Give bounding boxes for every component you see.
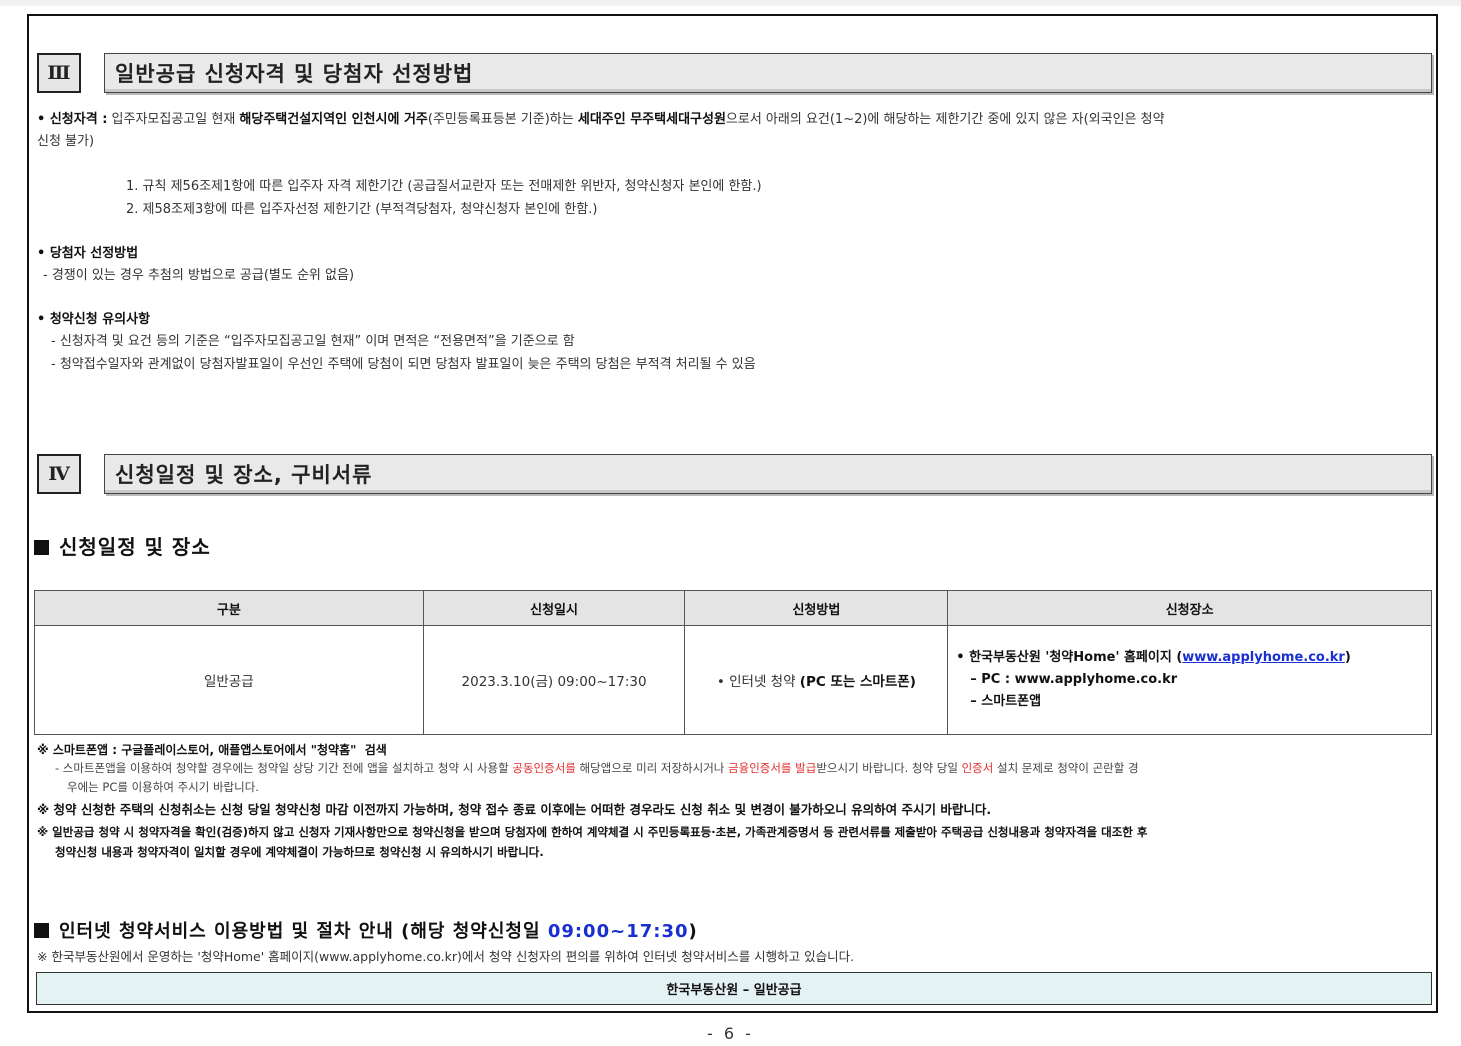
- schedule-subheading-text: 신청일정 및 장소: [59, 535, 211, 559]
- note-verification-1: ※ 일반공급 청약 시 청약자격을 확인(검증)하지 않고 신청자 기재사항만으…: [37, 825, 1148, 839]
- eligibility-bold-1: 해당주택건설지역인 인천시에 거주: [239, 112, 428, 127]
- top-rule: [0, 0, 1461, 6]
- note-smartphone-detail: - 스마트폰앱을 이용하여 청약할 경우에는 청약일 상당 기간 전에 앱을 설…: [55, 759, 1435, 797]
- note-smartphone-quote: "청약홈": [310, 743, 357, 757]
- internet-subheading-time: 09:00~17:30: [547, 921, 689, 942]
- place-line-1-end: ): [1344, 650, 1351, 665]
- section-4-number: Ⅳ: [37, 454, 81, 494]
- note-detail-d: 설치 문제로 청약이 곤란할 경: [993, 761, 1139, 775]
- place-line-3: – 스마트폰앱: [970, 694, 1042, 709]
- place-line-1: • 한국부동산원 '청약Home' 홈페이지 (www.applyhome.co…: [956, 647, 1431, 669]
- header-place: 신청장소: [947, 590, 1432, 626]
- section-3-number: Ⅲ: [37, 53, 81, 93]
- note-detail-red-3: 인증서: [961, 761, 994, 775]
- place-line-2: – PC : www.applyhome.co.kr: [970, 672, 1178, 687]
- note-detail-red-1: 공동인증서를: [512, 761, 576, 775]
- square-bullet-icon: [34, 923, 49, 938]
- rule-item-1: 1. 규칙 제56조제1항에 따른 입주자 자격 제한기간 (공급질서교란자 또…: [126, 179, 762, 194]
- caution-title: • 청약신청 유의사항: [37, 312, 151, 327]
- cell-type: 일반공급: [34, 625, 424, 735]
- document-page: Ⅲ 일반공급 신청자격 및 당첨자 선정방법 • 신청자격 : 입주자모집공고일…: [27, 14, 1438, 1013]
- method-prefix: • 인터넷 청약: [716, 674, 796, 690]
- eligibility-label: • 신청자격 :: [37, 112, 108, 127]
- eligibility-text-2: (주민등록표등본 기준)하는: [427, 112, 574, 127]
- note-smartphone-prefix: ※ 스마트폰앱 : 구글플레이스토어, 애플앱스토어에서: [37, 743, 307, 757]
- eligibility-bold-2: 세대주인 무주택세대구성원: [577, 112, 726, 127]
- eligibility-text-1: 입주자모집공고일 현재: [111, 112, 236, 127]
- internet-subheading-text: 인터넷 청약서비스 이용방법 및 절차 안내 (해당 청약신청일: [59, 921, 541, 942]
- internet-subheading-close: ): [688, 921, 698, 942]
- eligibility-text-4: 신청 불가): [37, 134, 95, 149]
- winner-method-line: - 경쟁이 있는 경우 추첨의 방법으로 공급(별도 순위 없음): [43, 268, 355, 283]
- internet-note: ※ 한국부동산원에서 운영하는 '청약Home' 홈페이지(www.applyh…: [37, 949, 855, 964]
- table-header-row: 구분 신청일시 신청방법 신청장소: [34, 590, 1432, 626]
- method-bold: (PC 또는 스마트폰): [799, 674, 916, 690]
- header-method: 신청방법: [684, 590, 949, 626]
- section-3-title: 일반공급 신청자격 및 당첨자 선정방법: [104, 53, 1432, 93]
- note-detail-a: - 스마트폰앱을 이용하여 청약할 경우에는 청약일 상당 기간 전에 앱을 설…: [55, 761, 513, 775]
- note-verification-2: 청약신청 내용과 청약자격이 일치할 경우에 계약체결이 가능하므로 청약신청 …: [55, 845, 544, 859]
- square-bullet-icon: [34, 540, 49, 555]
- cell-place: • 한국부동산원 '청약Home' 홈페이지 (www.applyhome.co…: [947, 625, 1432, 735]
- section-4-title: 신청일정 및 장소, 구비서류: [104, 454, 1432, 494]
- caution-line-2: - 청약접수일자와 관계없이 당첨자발표일이 우선인 주택에 당첨이 되면 당첨…: [51, 357, 756, 372]
- note-smartphone-suffix: 검색: [364, 743, 387, 757]
- note-detail-b: 해당앱으로 미리 저장하시거나: [575, 761, 729, 775]
- note-detail-c: 받으시기 바랍니다. 청약 당일: [816, 761, 962, 775]
- header-type: 구분: [34, 590, 424, 626]
- table-row: 일반공급 2023.3.10(금) 09:00~17:30 • 인터넷 청약 (…: [34, 625, 1432, 735]
- rule-item-2: 2. 제58조제3항에 따른 입주자선정 제한기간 (부적격당첨자, 청약신청자…: [126, 202, 598, 217]
- bottom-banner: 한국부동산원 – 일반공급: [36, 972, 1432, 1005]
- schedule-table: 구분 신청일시 신청방법 신청장소 일반공급 2023.3.10(금) 09:0…: [34, 590, 1432, 735]
- cell-datetime: 2023.3.10(금) 09:00~17:30: [422, 625, 686, 735]
- place-line-1-text: • 한국부동산원 '청약Home' 홈페이지 (: [956, 650, 1183, 665]
- note-detail-e: 우에는 PC를 이용하여 주시기 바랍니다.: [67, 780, 259, 794]
- note-cancellation: ※ 청약 신청한 주택의 신청취소는 신청 당일 청약신청 마감 이전까지 가능…: [37, 802, 992, 817]
- caution-line-1: - 신청자격 및 요건 등의 기준은 “입주자모집공고일 현재” 이며 면적은 …: [51, 334, 575, 349]
- winner-method-title: • 당첨자 선정방법: [37, 246, 139, 261]
- page-number: - 6 -: [707, 1024, 754, 1043]
- eligibility-paragraph: • 신청자격 : 입주자모집공고일 현재 해당주택건설지역인 인천시에 거주(주…: [37, 109, 1433, 153]
- eligibility-text-3: 으로서 아래의 요건(1~2)에 해당하는 제한기간 중에 있지 않은 자(외국…: [725, 112, 1165, 127]
- note-detail-red-2: 금융인증서를 발급: [728, 761, 817, 775]
- internet-subheading: 인터넷 청약서비스 이용방법 및 절차 안내 (해당 청약신청일 09:00~1…: [34, 917, 698, 943]
- applyhome-link[interactable]: www.applyhome.co.kr: [1182, 650, 1345, 665]
- note-smartphone: ※ 스마트폰앱 : 구글플레이스토어, 애플앱스토어에서 "청약홈" 검색: [37, 741, 387, 758]
- header-datetime: 신청일시: [422, 590, 686, 626]
- cell-method: • 인터넷 청약 (PC 또는 스마트폰): [684, 625, 949, 735]
- schedule-subheading: 신청일정 및 장소: [34, 531, 211, 560]
